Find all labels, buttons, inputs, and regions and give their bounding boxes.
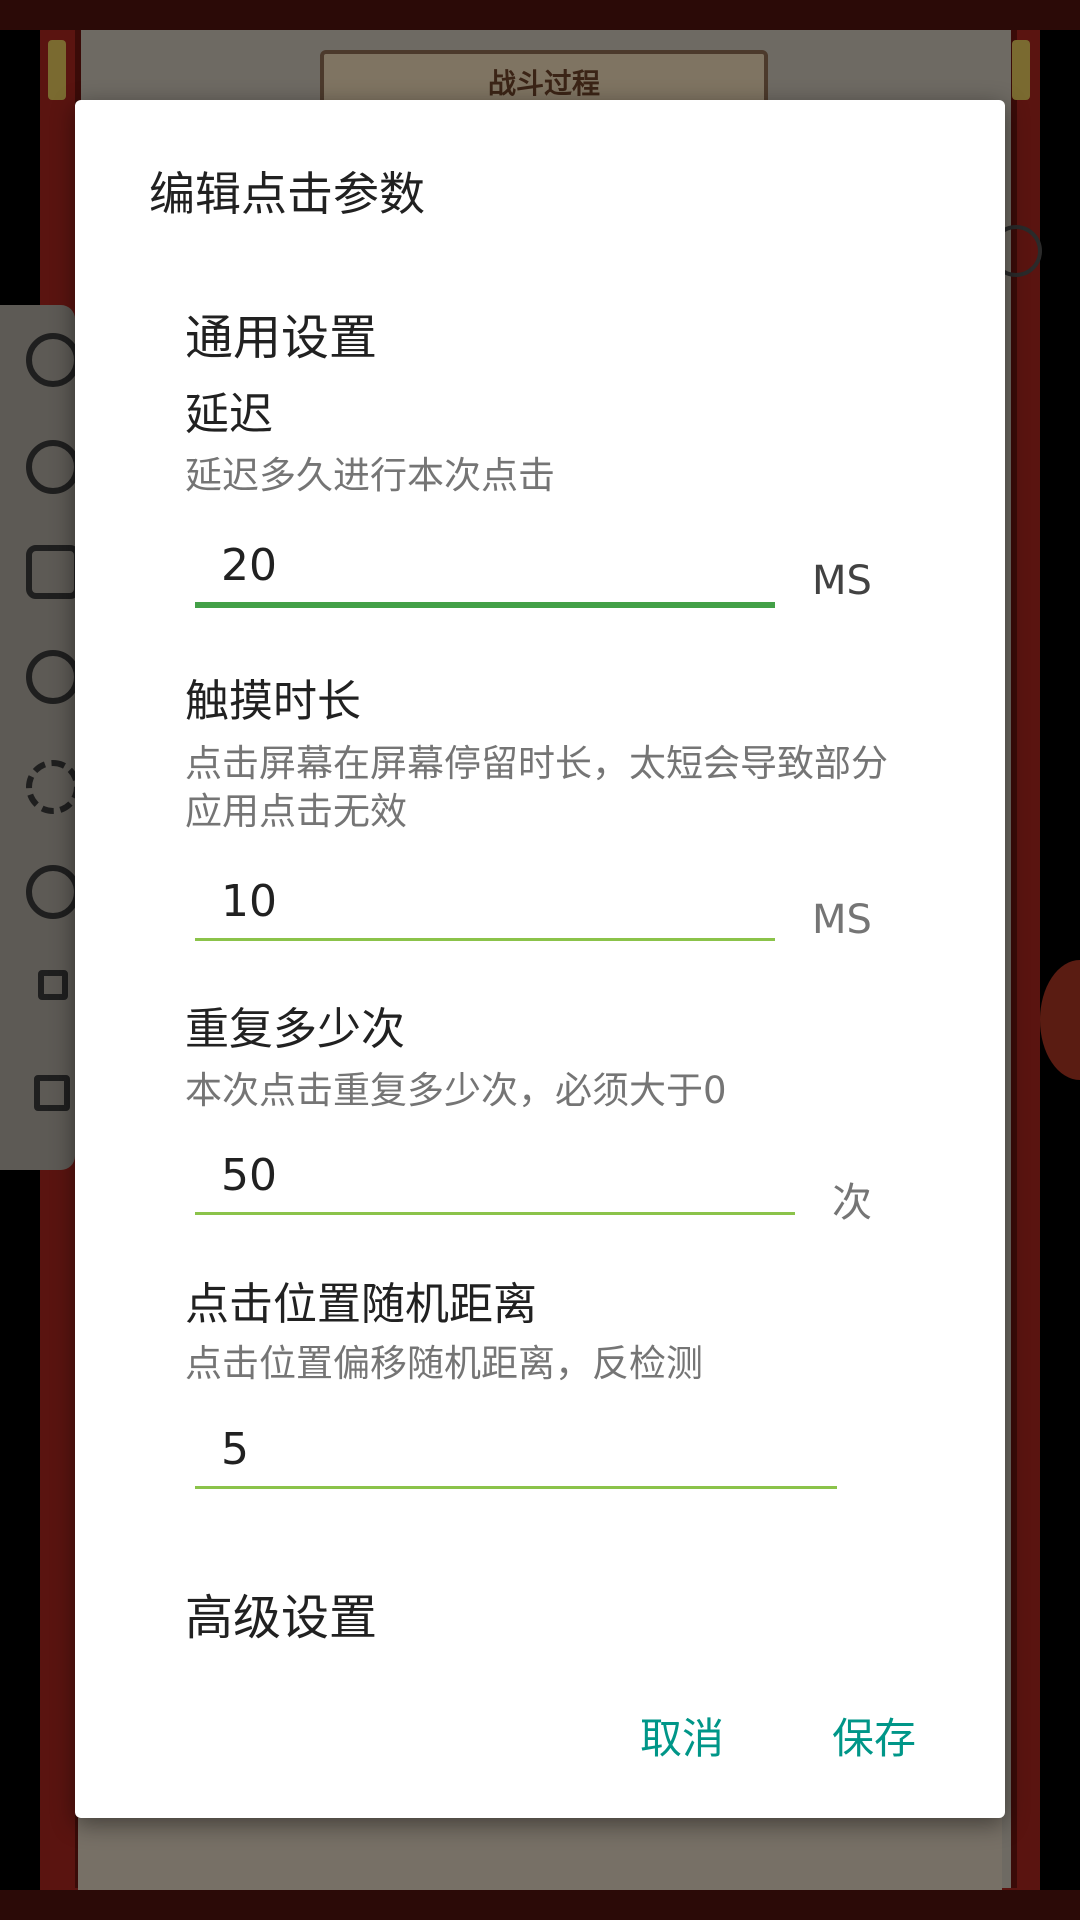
touch-duration-input[interactable]	[195, 868, 775, 934]
repeat-count-unit: 次	[832, 1180, 872, 1226]
repeat-count-label: 重复多少次	[185, 1004, 405, 1055]
close-icon[interactable]	[34, 1075, 70, 1111]
cancel-button[interactable]: 取消	[640, 1705, 724, 1766]
swipe-gesture-icon[interactable]	[26, 545, 80, 599]
touch-duration-label: 触摸时长	[185, 676, 361, 727]
touch-duration-input-wrap	[195, 868, 775, 941]
save-button[interactable]: 保存	[832, 1705, 916, 1766]
add-icon[interactable]	[26, 440, 80, 494]
tassel-left-icon	[48, 40, 66, 100]
random-offset-input[interactable]	[195, 1416, 837, 1482]
tassel-right-icon	[1012, 40, 1030, 100]
delay-input-wrap	[195, 532, 775, 608]
repeat-count-description: 本次点击重复多少次，必须大于0	[185, 1069, 727, 1112]
background-top-bar	[0, 0, 1080, 30]
delay-input[interactable]	[195, 532, 775, 598]
edit-click-params-dialog: 编辑点击参数 通用设置 延迟 延迟多久进行本次点击 MS 触摸时长 点击屏幕在屏…	[75, 100, 1005, 1818]
remove-icon[interactable]	[26, 650, 80, 704]
random-offset-input-wrap	[195, 1416, 837, 1489]
touch-duration-unit: MS	[812, 897, 872, 943]
general-settings-heading: 通用设置	[185, 310, 378, 366]
gear-icon[interactable]	[26, 760, 80, 814]
floating-orb-icon	[1040, 960, 1080, 1080]
repeat-count-input-wrap	[195, 1142, 795, 1215]
background-bottom-bar	[0, 1890, 1080, 1920]
random-offset-description: 点击位置偏移随机距离，反检测	[185, 1342, 703, 1385]
delay-unit: MS	[812, 558, 872, 604]
delay-description: 延迟多久进行本次点击	[185, 454, 555, 497]
menu-icon[interactable]	[38, 970, 68, 1000]
eye-off-icon[interactable]	[26, 865, 80, 919]
floating-toolbar	[0, 305, 80, 1170]
background-bottom-strip	[78, 1818, 1002, 1890]
touch-duration-description: 点击屏幕在屏幕停留时长，太短会导致部分应用点击无效	[185, 742, 888, 833]
repeat-count-input[interactable]	[195, 1142, 795, 1208]
random-offset-label: 点击位置随机距离	[185, 1279, 537, 1330]
advanced-settings-heading[interactable]: 高级设置	[185, 1578, 377, 1648]
background-title: 战斗过程	[487, 67, 600, 100]
delay-label: 延迟	[185, 389, 273, 440]
dialog-title: 编辑点击参数	[149, 167, 425, 221]
play-icon[interactable]	[26, 333, 80, 387]
